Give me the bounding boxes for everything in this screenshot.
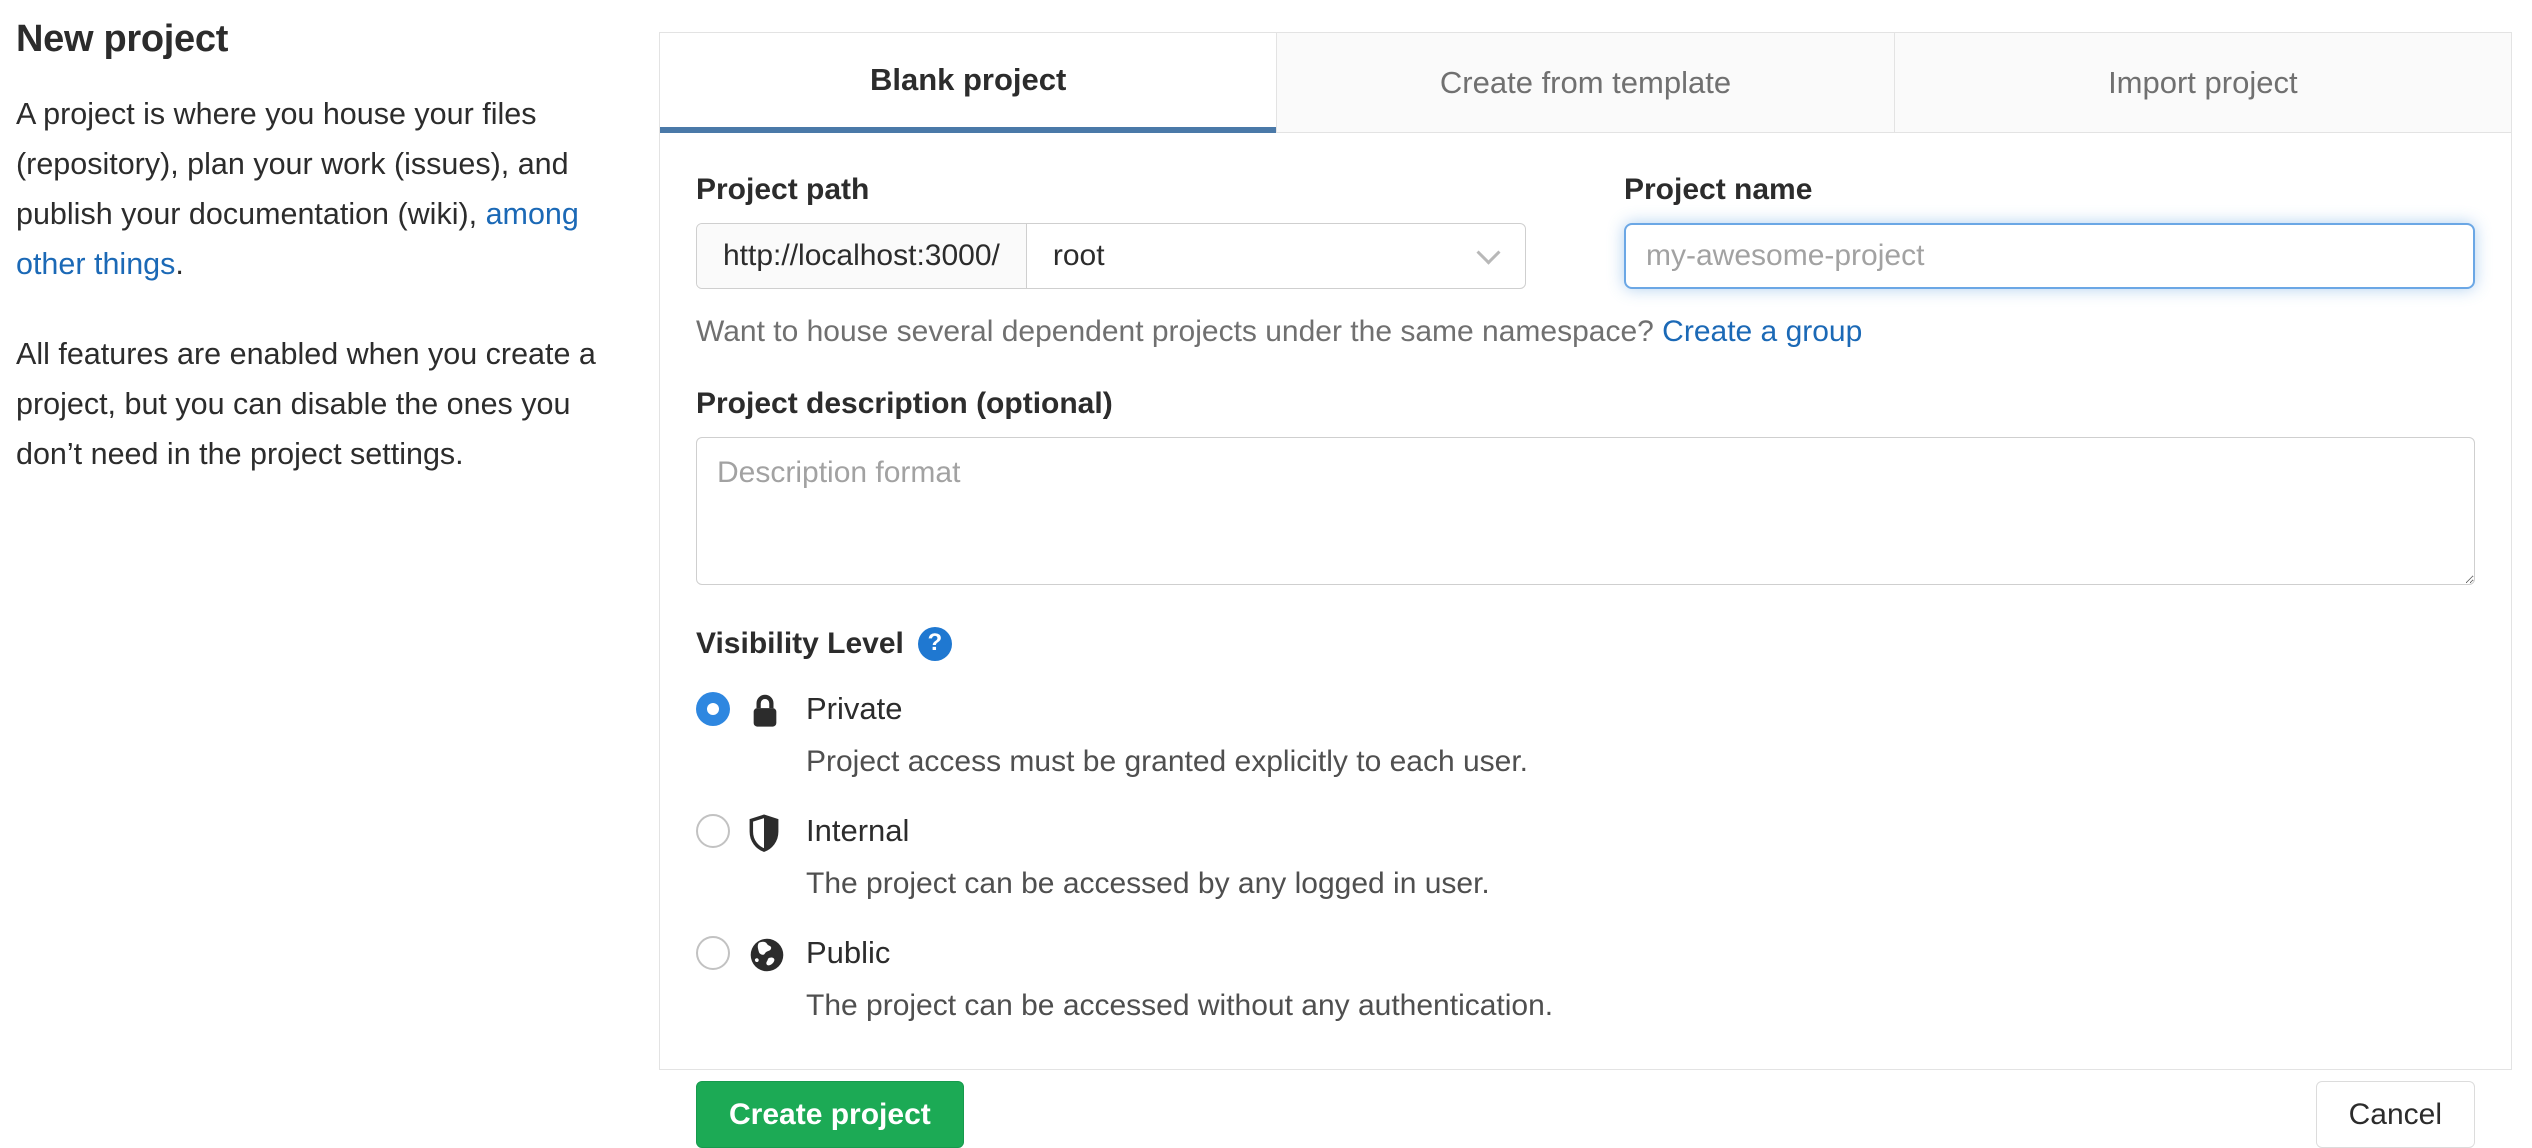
lock-icon: [748, 689, 788, 733]
intro-paragraph-1-period: .: [175, 247, 184, 281]
create-a-group-link[interactable]: Create a group: [1662, 315, 1862, 348]
intro-paragraph-1: A project is where you house your files …: [16, 89, 638, 289]
project-description-textarea[interactable]: [696, 437, 2475, 585]
public-label[interactable]: Public: [806, 933, 2475, 973]
project-path-group: http://localhost:3000/ root: [696, 223, 1526, 289]
project-path-label: Project path: [696, 173, 870, 206]
public-radio[interactable]: [696, 936, 730, 970]
visibility-level-label: Visibility Level: [696, 627, 904, 660]
visibility-option-private: Private Project access must be granted e…: [696, 689, 2475, 783]
tab-create-from-template[interactable]: Create from template: [1276, 33, 1894, 133]
namespace-hint-text: Want to house several dependent projects…: [696, 315, 1654, 348]
help-icon[interactable]: ?: [917, 627, 952, 661]
private-label[interactable]: Private: [806, 689, 2475, 729]
namespace-hint: Want to house several dependent projects…: [696, 315, 2475, 349]
url-prefix-addon: http://localhost:3000/: [697, 224, 1027, 288]
internal-radio[interactable]: [696, 814, 730, 848]
project-description-label: Project description (optional): [696, 387, 1113, 420]
internal-description: The project can be accessed by any logge…: [806, 867, 1490, 900]
project-name-input[interactable]: [1624, 223, 2475, 289]
visibility-option-internal: Internal The project can be accessed by …: [696, 811, 2475, 905]
tab-import-project[interactable]: Import project: [1893, 33, 2511, 133]
page-title: New project: [16, 18, 229, 60]
blank-project-form: Project path http://localhost:3000/ root…: [660, 133, 2511, 1148]
globe-icon: [748, 933, 788, 977]
private-radio[interactable]: [696, 692, 730, 726]
create-project-button[interactable]: Create project: [696, 1081, 964, 1148]
tab-blank-project[interactable]: Blank project: [660, 33, 1277, 133]
shield-icon: [748, 811, 788, 855]
tab-bar: Blank project Create from template Impor…: [660, 33, 2511, 133]
visibility-option-public: Public The project can be accessed witho…: [696, 933, 2475, 1027]
project-name-label: Project name: [1624, 173, 1813, 206]
namespace-select[interactable]: root: [1027, 224, 1525, 288]
internal-label[interactable]: Internal: [806, 811, 2475, 851]
sidebar-info: New project A project is where you house…: [16, 18, 638, 519]
cancel-button[interactable]: Cancel: [2315, 1081, 2475, 1148]
namespace-selected-value: root: [1052, 239, 1105, 272]
new-project-panel: Blank project Create from template Impor…: [659, 32, 2512, 1148]
private-description: Project access must be granted explicitl…: [806, 745, 1529, 778]
intro-paragraph-2: All features are enabled when you create…: [16, 337, 596, 471]
public-description: The project can be accessed without any …: [806, 989, 1554, 1022]
chevron-down-icon: [1476, 240, 1501, 265]
